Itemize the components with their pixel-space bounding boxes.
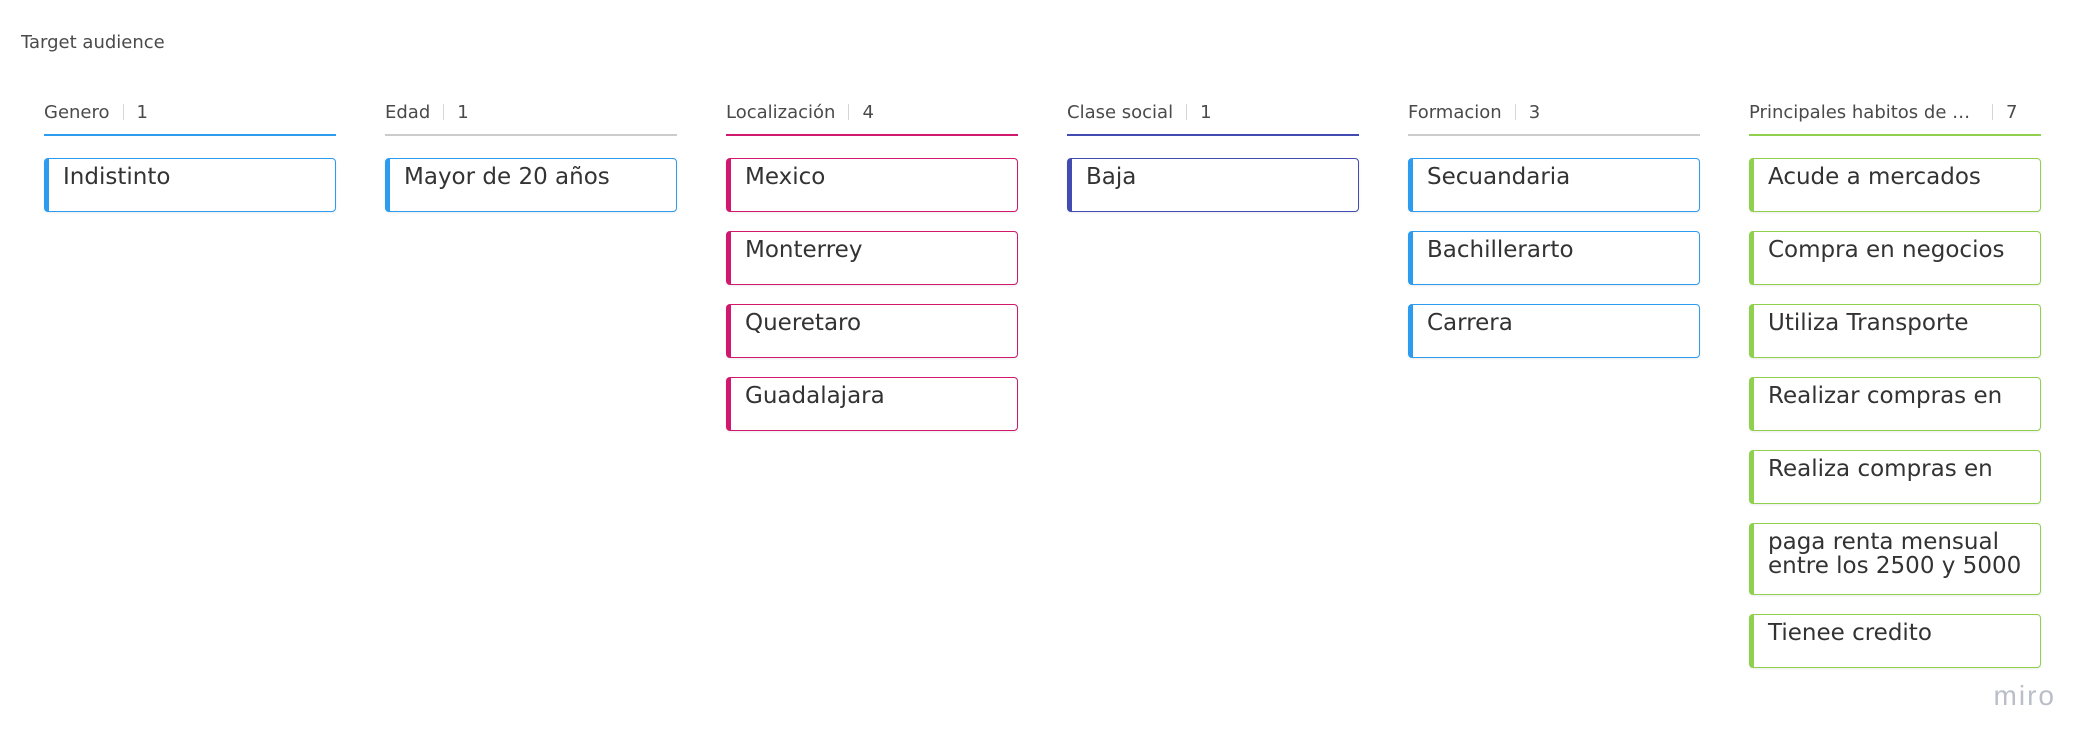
column-card-count: 4 — [862, 101, 874, 123]
card[interactable]: Secuandaria — [1408, 158, 1700, 212]
column-title: Edad — [385, 101, 431, 123]
card[interactable]: Mexico — [726, 158, 1018, 212]
card[interactable]: Tienee credito — [1749, 614, 2041, 668]
card[interactable]: paga renta mensual entre los 2500 y 5000 — [1749, 523, 2041, 595]
column-header[interactable]: Formacion 3 — [1408, 92, 1700, 136]
column-card-count: 3 — [1528, 101, 1541, 123]
column-header-divider — [1514, 104, 1516, 120]
card-list: Secuandaria Bachillerarto Carrera — [1408, 158, 1700, 358]
column-title: Genero — [44, 101, 110, 123]
column-header-divider — [1992, 104, 1993, 120]
column-0: Genero 1 Indistinto — [44, 92, 336, 231]
column-header-divider — [443, 104, 445, 120]
column-title: Formacion — [1408, 101, 1502, 123]
column-header-divider — [122, 104, 124, 120]
column-5: Principales habitos de co... 7 Acude a mer… — [1749, 92, 2041, 687]
column-card-count: 1 — [136, 101, 148, 123]
column-3: Clase social 1 Baja — [1067, 92, 1359, 231]
column-header[interactable]: Clase social 1 — [1067, 92, 1359, 136]
card-list: Mayor de 20 años — [385, 158, 677, 212]
column-title: Principales habitos de co... — [1749, 101, 1979, 123]
column-card-count: 1 — [457, 101, 469, 123]
card[interactable]: Guadalajara — [726, 377, 1018, 431]
column-header[interactable]: Genero 1 — [44, 92, 336, 136]
card[interactable]: Bachillerarto — [1408, 231, 1700, 285]
column-2: Localización 4 Mexico Monterrey Queretaro Gua… — [726, 92, 1018, 450]
column-card-count: 7 — [2006, 101, 2018, 123]
card-list: Mexico Monterrey Queretaro Guadalajara — [726, 158, 1018, 431]
column-header[interactable]: Localización 4 — [726, 92, 1018, 136]
column-header[interactable]: Principales habitos de co... 7 — [1749, 92, 2041, 136]
column-header-divider — [848, 104, 850, 120]
card[interactable]: Compra en negocios — [1749, 231, 2041, 285]
card-list: Baja — [1067, 158, 1359, 212]
column-title: Clase social — [1067, 101, 1174, 123]
card[interactable]: Acude a mercados — [1749, 158, 2041, 212]
card-list: Acude a mercados Compra en negocios Utiliz… — [1749, 158, 2041, 668]
board-title: Target audience — [21, 32, 165, 53]
card[interactable]: Mayor de 20 años — [385, 158, 677, 212]
card[interactable]: Baja — [1067, 158, 1359, 212]
card-list: Indistinto — [44, 158, 336, 212]
column-1: Edad 1 Mayor de 20 años — [385, 92, 677, 231]
card[interactable]: Realizar compras en — [1749, 377, 2041, 431]
column-card-count: 1 — [1200, 101, 1212, 123]
column-header-divider — [1186, 104, 1188, 120]
card[interactable]: Monterrey — [726, 231, 1018, 285]
column-title: Localización — [726, 101, 836, 123]
column-4: Formacion 3 Secuandaria Bachillerarto Carrer… — [1408, 92, 1700, 377]
card[interactable]: Indistinto — [44, 158, 336, 212]
miro-logo: miro — [1993, 680, 2056, 711]
card[interactable]: Carrera — [1408, 304, 1700, 358]
card[interactable]: Utiliza Transporte — [1749, 304, 2041, 358]
column-header[interactable]: Edad 1 — [385, 92, 677, 136]
card[interactable]: Queretaro — [726, 304, 1018, 358]
card[interactable]: Realiza compras en — [1749, 450, 2041, 504]
